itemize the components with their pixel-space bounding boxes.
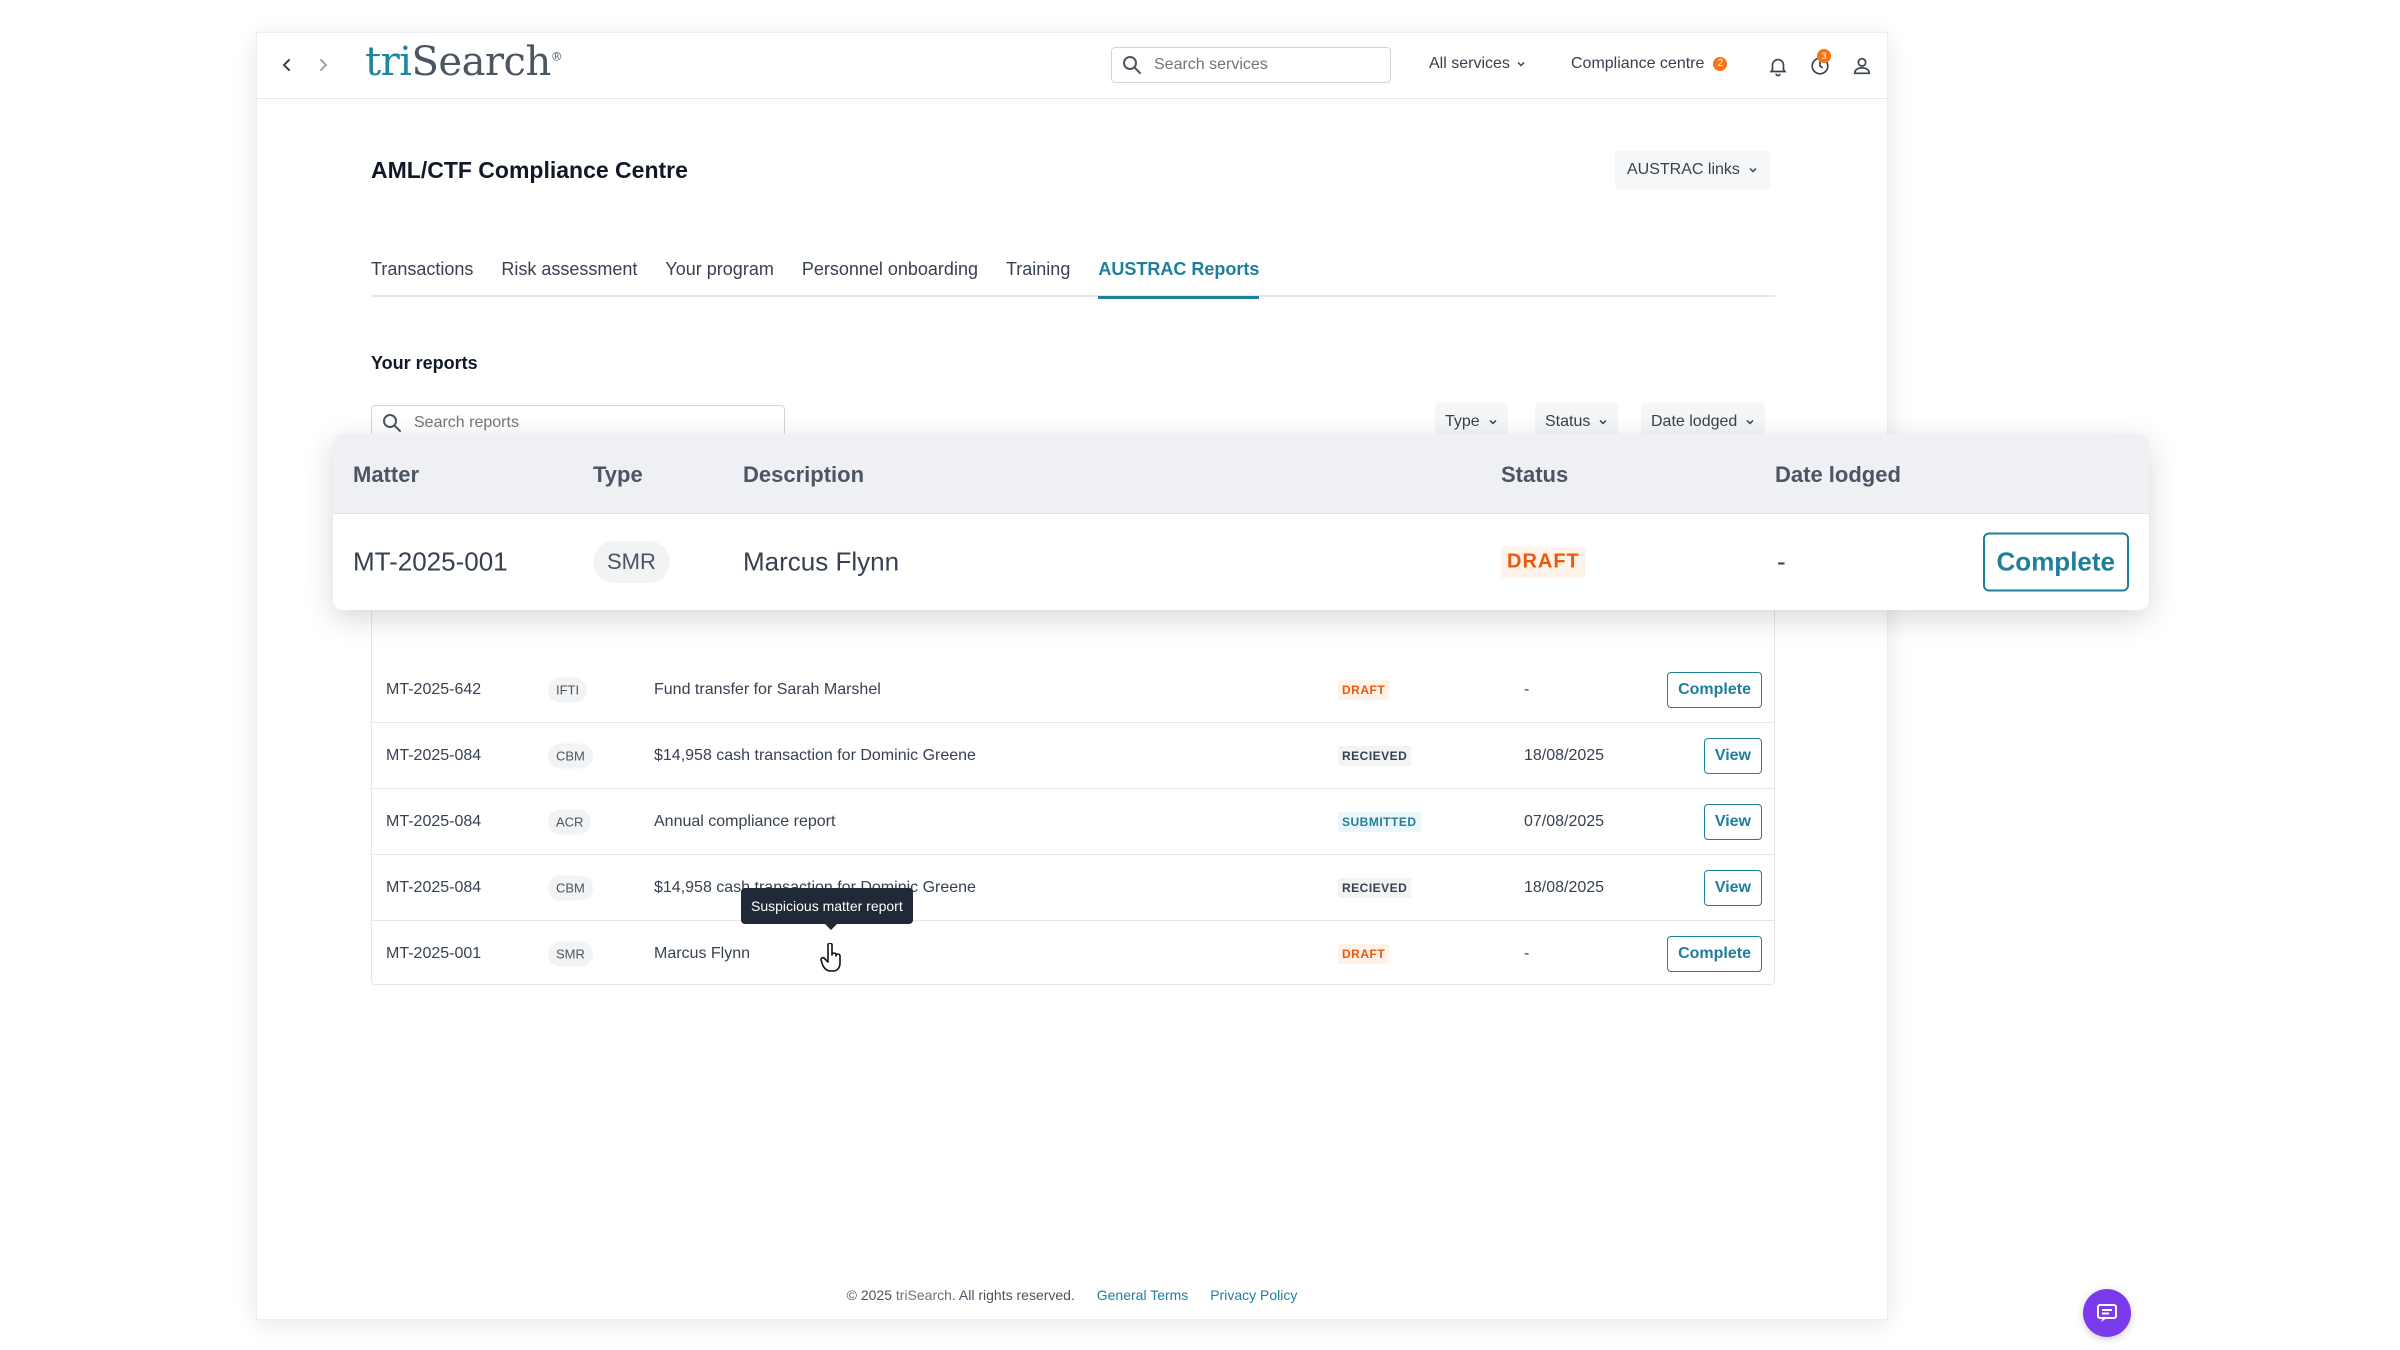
matter-cell: MT-2025-642	[386, 680, 482, 698]
matter-cell: MT-2025-084	[386, 878, 482, 896]
bell-icon[interactable]	[1765, 53, 1791, 79]
tab-transactions[interactable]: Transactions	[371, 251, 473, 297]
chevron-down-icon	[1489, 419, 1497, 425]
date-cell: 18/08/2025	[1524, 746, 1605, 764]
column-header-status: Status	[1501, 462, 1569, 487]
matter-cell: MT-2025-001	[353, 546, 508, 577]
table-row: MT-2025-084 ACR Annual compliance report…	[372, 789, 1774, 855]
general-terms-link[interactable]: General Terms	[1097, 1287, 1189, 1303]
chevron-down-icon	[1517, 61, 1525, 67]
search-icon	[383, 414, 401, 432]
hand-cursor-icon	[820, 943, 841, 972]
status-badge: RECIEVED	[1338, 877, 1412, 898]
privacy-policy-link[interactable]: Privacy Policy	[1210, 1287, 1297, 1303]
forward-arrow-icon[interactable]	[311, 53, 335, 77]
search-services-field[interactable]	[1111, 47, 1391, 83]
description-cell: Marcus Flynn	[654, 945, 751, 962]
trisearch-logo[interactable]: triSearch®	[365, 39, 563, 85]
austrac-links-dropdown[interactable]: AUSTRAC links	[1615, 151, 1770, 189]
user-icon[interactable]	[1849, 53, 1875, 79]
status-badge: DRAFT	[1501, 546, 1586, 578]
date-cell: 18/08/2025	[1524, 878, 1605, 896]
back-arrow-icon[interactable]	[275, 53, 299, 77]
view-button[interactable]: View	[1703, 737, 1762, 774]
matter-cell: MT-2025-084	[386, 812, 482, 830]
tab-personnel-onboarding[interactable]: Personnel onboarding	[802, 251, 978, 297]
date-cell: -	[1524, 945, 1530, 962]
matter-cell: MT-2025-084	[386, 746, 482, 764]
footer-brand: triSearch	[895, 1287, 952, 1303]
status-badge: RECIEVED	[1338, 745, 1412, 766]
search-icon	[1123, 56, 1141, 74]
type-pill[interactable]: SMR	[548, 941, 593, 967]
history-icon[interactable]: 3	[1807, 49, 1833, 79]
chevron-down-icon	[1599, 419, 1607, 425]
copyright-suffix: . All rights reserved.	[951, 1287, 1075, 1303]
tab-austrac-reports[interactable]: AUSTRAC Reports	[1098, 251, 1260, 299]
compliance-centre-label: Compliance centre	[1571, 55, 1705, 72]
table-row: MT-2025-642 IFTI Fund transfer for Sarah…	[372, 657, 1774, 723]
reports-table: MT-2025-642 IFTI Fund transfer for Sarah…	[371, 593, 1775, 985]
view-button[interactable]: View	[1703, 869, 1762, 906]
zoomed-row-callout: Matter Type Description Status Date lodg…	[333, 434, 2149, 610]
status-badge: SUBMITTED	[1338, 811, 1421, 832]
column-header-matter: Matter	[353, 462, 420, 487]
chevron-down-icon	[1749, 167, 1757, 173]
column-header-type: Type	[593, 462, 643, 487]
app-window: triSearch® All services Compliance centr…	[256, 32, 2131, 1337]
table-row: MT-2025-084 CBM $14,958 cash transaction…	[372, 723, 1774, 789]
description-cell: Annual compliance report	[654, 812, 836, 830]
top-bar: triSearch® All services Compliance centr…	[257, 33, 1887, 99]
status-filter-label: Status	[1545, 413, 1591, 430]
complete-button[interactable]: Complete	[1667, 671, 1762, 708]
compliance-badge: 2	[1713, 57, 1728, 71]
table-row: MT-2025-001 SMR Marcus Flynn DRAFT - Com…	[372, 921, 1774, 987]
all-services-label: All services	[1429, 55, 1510, 72]
status-badge: DRAFT	[1338, 679, 1390, 700]
status-badge: DRAFT	[1338, 944, 1390, 964]
view-button[interactable]: View	[1703, 803, 1762, 840]
complete-button[interactable]: Complete	[1982, 532, 2129, 592]
type-pill: IFTI	[548, 677, 588, 702]
chevron-down-icon	[1746, 419, 1754, 425]
complete-button[interactable]: Complete	[1667, 936, 1762, 972]
type-pill[interactable]: SMR	[593, 541, 670, 583]
compliance-centre-link[interactable]: Compliance centre 2	[1571, 55, 1728, 73]
date-cell: -	[1524, 680, 1530, 698]
column-header-date-lodged: Date lodged	[1775, 462, 1901, 487]
type-tooltip: Suspicious matter report	[741, 888, 913, 930]
chat-icon	[2097, 1304, 2117, 1322]
austrac-links-label: AUSTRAC links	[1627, 161, 1740, 178]
date-lodged-filter-label: Date lodged	[1651, 413, 1738, 430]
type-pill: CBM	[548, 743, 593, 768]
zoomed-table-header: Matter Type Description Status Date lodg…	[333, 434, 2149, 514]
page-title: AML/CTF Compliance Centre	[371, 157, 688, 183]
date-cell: 07/08/2025	[1524, 812, 1605, 830]
tab-risk-assessment[interactable]: Risk assessment	[501, 251, 637, 297]
type-pill: ACR	[548, 809, 592, 834]
tab-training[interactable]: Training	[1006, 251, 1070, 297]
history-badge: 3	[1817, 49, 1831, 63]
tab-bar: Transactions Risk assessment Your progra…	[371, 251, 1775, 299]
type-pill: CBM	[548, 875, 593, 900]
tab-your-program[interactable]: Your program	[665, 251, 773, 297]
chat-button[interactable]	[2083, 1289, 2131, 1337]
description-cell: Fund transfer for Sarah Marshel	[654, 680, 881, 698]
description-cell: Marcus Flynn	[743, 546, 900, 577]
search-services-input[interactable]	[1154, 56, 1354, 74]
matter-cell: MT-2025-001	[386, 945, 482, 962]
copyright-prefix: © 2025	[846, 1287, 892, 1303]
footer: © 2025 triSearch. All rights reserved. G…	[257, 1287, 1887, 1303]
description-cell: $14,958 cash transaction for Dominic Gre…	[654, 746, 976, 764]
date-cell: -	[1777, 546, 1786, 577]
column-header-description: Description	[743, 462, 865, 487]
search-reports-input[interactable]	[414, 414, 754, 432]
table-row: MT-2025-084 CBM $14,958 cash transaction…	[372, 855, 1774, 921]
all-services-dropdown[interactable]: All services	[1429, 55, 1526, 73]
section-title: Your reports	[371, 353, 478, 373]
type-filter-label: Type	[1445, 413, 1480, 430]
zoomed-table-row: MT-2025-001 SMR Marcus Flynn DRAFT - Com…	[333, 514, 2149, 610]
